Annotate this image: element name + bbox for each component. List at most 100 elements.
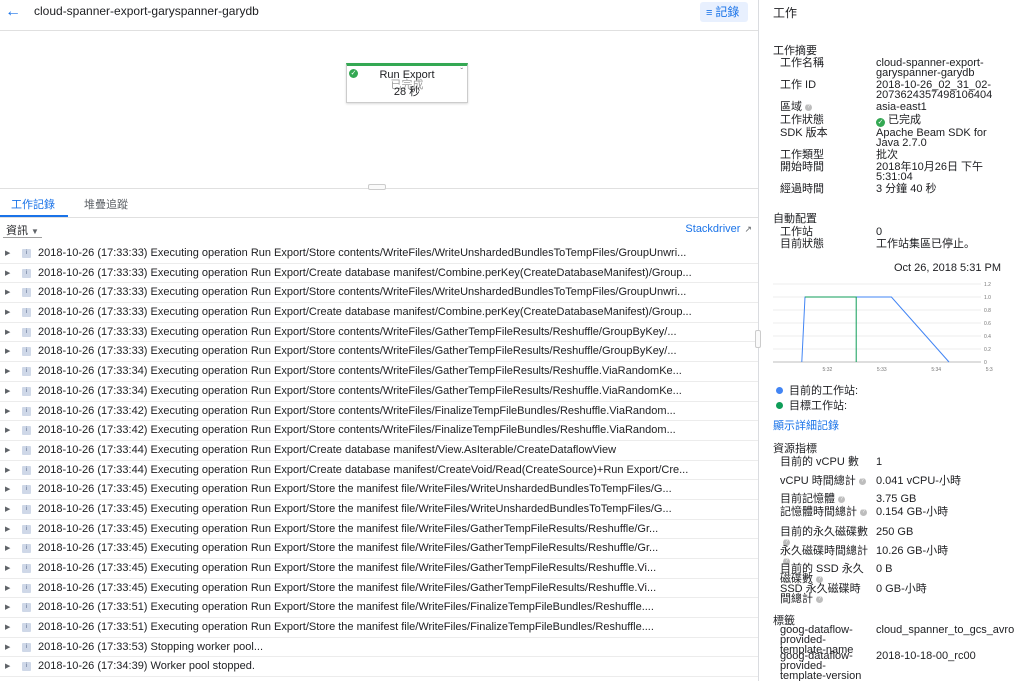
log-row[interactable]: ▶ i 2018-10-26 (17:33:45) Executing operat…: [0, 480, 758, 500]
log-row[interactable]: ▶ i 2018-10-26 (17:33:45) Executing operat…: [0, 500, 758, 520]
field-label-text: 工作站: [780, 226, 813, 238]
top-bar: ← cloud-spanner-export-garyspanner-garyd…: [0, 0, 758, 30]
y-tick-label: 0.8: [984, 308, 991, 314]
info-severity-icon: i: [22, 249, 31, 258]
expand-triangle-icon[interactable]: ▶: [5, 638, 10, 657]
expand-triangle-icon[interactable]: ▶: [5, 323, 10, 342]
log-message: 2018-10-26 (17:33:44) Executing operatio…: [38, 443, 617, 456]
step-duration: 28 秒: [393, 86, 421, 98]
expand-triangle-icon[interactable]: ▶: [5, 520, 10, 539]
log-filter-bar: 資訊 ▼ Stackdriver ↗: [0, 220, 758, 242]
field-label: 工作 ID: [780, 80, 872, 91]
log-row[interactable]: ▶ i 2018-10-26 (17:33:33) Executing operat…: [0, 303, 758, 323]
help-icon[interactable]: ?: [805, 103, 812, 111]
log-level-select[interactable]: 資訊 ▼: [3, 222, 42, 238]
graph-step-node[interactable]: ✓ ˇ Run Export 已完成 28 秒: [346, 63, 468, 103]
expand-triangle-icon[interactable]: ▶: [5, 579, 10, 598]
log-row[interactable]: ▶ i 2018-10-26 (17:34:39) Worker pool stop…: [0, 657, 758, 678]
log-row[interactable]: ▶ i 2018-10-26 (17:33:33) Executing operat…: [0, 342, 758, 363]
help-icon[interactable]: ?: [858, 477, 866, 485]
log-row[interactable]: ▶ i 2018-10-26 (17:33:33) Executing operat…: [0, 323, 758, 343]
log-message: 2018-10-26 (17:33:45) Executing operatio…: [38, 581, 657, 594]
field-label-text: 經過時間: [780, 183, 824, 195]
expand-triangle-icon[interactable]: ▶: [5, 461, 10, 480]
show-detailed-logs-link[interactable]: 顯示詳細記錄: [773, 417, 839, 433]
log-row[interactable]: ▶ i 2018-10-26 (17:33:44) Executing operat…: [0, 441, 758, 461]
field-label-text: goog-dataflow-provided-template-version: [780, 650, 862, 681]
expand-triangle-icon[interactable]: ▶: [5, 618, 10, 637]
log-row[interactable]: ▶ i 2018-10-26 (17:33:45) Executing operat…: [0, 520, 758, 540]
field-value: 0 B: [876, 564, 1006, 575]
y-tick-label: 0.6: [984, 321, 991, 327]
expand-triangle-icon[interactable]: ▶: [5, 283, 10, 302]
log-row[interactable]: ▶ i 2018-10-26 (17:33:33) Executing operat…: [0, 244, 758, 264]
expand-triangle-icon[interactable]: ▶: [5, 598, 10, 617]
legend-target-label: 目標工作站:: [789, 400, 848, 412]
info-severity-icon: i: [22, 583, 31, 593]
log-row[interactable]: ▶ i 2018-10-26 (17:33:45) Executing operat…: [0, 559, 758, 579]
field-value-text: 3.75 GB: [876, 493, 917, 505]
log-level-value: 資訊: [6, 225, 28, 237]
expand-triangle-icon[interactable]: ▶: [5, 382, 10, 401]
back-arrow-icon[interactable]: ←: [5, 3, 21, 21]
expand-triangle-icon[interactable]: ▶: [5, 342, 10, 361]
tab-stack-traces[interactable]: 堆疊追蹤: [84, 196, 128, 212]
log-row[interactable]: ▶ i 2018-10-26 (17:33:45) Executing operat…: [0, 579, 758, 599]
field-label: 目前的永久磁碟數?: [780, 527, 870, 547]
log-row[interactable]: ▶ i 2018-10-26 (17:33:44) Executing operat…: [0, 461, 758, 481]
stackdriver-link[interactable]: Stackdriver ↗: [685, 223, 752, 235]
field-label: 開始時間: [780, 162, 872, 173]
help-icon[interactable]: ?: [816, 575, 823, 583]
expand-triangle-icon[interactable]: ▶: [5, 500, 10, 519]
field-value-text: 3 分鐘 40 秒: [876, 183, 937, 195]
expand-triangle-icon[interactable]: ▶: [5, 539, 10, 558]
tab-job-logs[interactable]: 工作記錄: [11, 196, 55, 212]
y-tick-label: 1.0: [984, 295, 991, 301]
log-row[interactable]: ▶ i 2018-10-26 (17:33:33) Executing operat…: [0, 283, 758, 304]
legend-blue-dot-icon: [776, 387, 783, 394]
expand-triangle-icon[interactable]: ▶: [5, 421, 10, 440]
help-icon[interactable]: ?: [816, 595, 823, 603]
log-row[interactable]: ▶ i 2018-10-26 (17:33:53) Stopping worker …: [0, 638, 758, 658]
field-value: 2018-10-26_02_31_02-2073624357498106404: [876, 80, 1006, 101]
expand-triangle-icon[interactable]: ▶: [5, 303, 10, 322]
log-message: 2018-10-26 (17:33:45) Executing operatio…: [38, 542, 659, 555]
worker-chart: 0 0.2 0.4 0.6 0.8 1.0 1.2 5:32 5:33 5:34 5:35: [773, 282, 993, 373]
help-icon[interactable]: ?: [860, 508, 867, 516]
log-message: 2018-10-26 (17:33:45) Executing operatio…: [38, 522, 659, 535]
log-message: 2018-10-26 (17:33:53) Stopping worker po…: [38, 640, 264, 653]
log-row[interactable]: ▶ i 2018-10-26 (17:33:34) Executing operat…: [0, 362, 758, 382]
list-icon: ≡: [706, 7, 713, 19]
log-message: 2018-10-26 (17:33:34) Executing operatio…: [38, 384, 682, 397]
log-row[interactable]: ▶ i 2018-10-26 (17:33:42) Executing operat…: [0, 421, 758, 441]
y-tick-label: 0.2: [984, 347, 991, 353]
field-label-text: 目前記憶體: [780, 493, 835, 505]
log-row[interactable]: ▶ i 2018-10-26 (17:33:33) Executing operat…: [0, 264, 758, 284]
log-row[interactable]: ▶ i 2018-10-26 (17:33:51) Executing operat…: [0, 598, 758, 619]
x-tick-label: 5:34: [931, 367, 941, 373]
expand-triangle-icon[interactable]: ▶: [5, 362, 10, 381]
expand-triangle-icon[interactable]: ▶: [5, 559, 10, 578]
y-tick-label: 0.4: [984, 334, 991, 340]
expand-triangle-icon[interactable]: ▶: [5, 244, 10, 263]
expand-triangle-icon[interactable]: ▶: [5, 402, 10, 421]
dataflow-job-page: ← cloud-spanner-export-garyspanner-garyd…: [0, 0, 1024, 681]
expand-triangle-icon[interactable]: ▶: [5, 264, 10, 283]
log-row[interactable]: ▶ i 2018-10-26 (17:33:51) Executing operat…: [0, 618, 758, 638]
log-row[interactable]: ▶ i 2018-10-26 (17:33:45) Executing operat…: [0, 539, 758, 559]
expand-triangle-icon[interactable]: ▶: [5, 441, 10, 460]
field-label-text: 目前的永久磁碟數: [780, 526, 868, 538]
log-row[interactable]: ▶ i 2018-10-26 (17:33:42) Executing operat…: [0, 402, 758, 422]
field-label: 目前的 vCPU 數: [780, 457, 870, 468]
info-severity-icon: i: [22, 445, 31, 455]
expand-triangle-icon[interactable]: ▶: [5, 480, 10, 499]
field-label: 經過時間: [780, 183, 872, 195]
help-icon[interactable]: ?: [838, 495, 845, 503]
stackdriver-label: Stackdriver: [685, 223, 741, 235]
field-value-text: 0.041 vCPU-小時: [876, 475, 961, 487]
log-message: 2018-10-26 (17:33:44) Executing operatio…: [38, 463, 689, 476]
legend-green-dot-icon: [776, 402, 783, 409]
expand-triangle-icon[interactable]: ▶: [5, 657, 10, 676]
log-row[interactable]: ▶ i 2018-10-26 (17:33:34) Executing operat…: [0, 382, 758, 402]
logs-button[interactable]: ≡ 記錄: [700, 2, 748, 22]
